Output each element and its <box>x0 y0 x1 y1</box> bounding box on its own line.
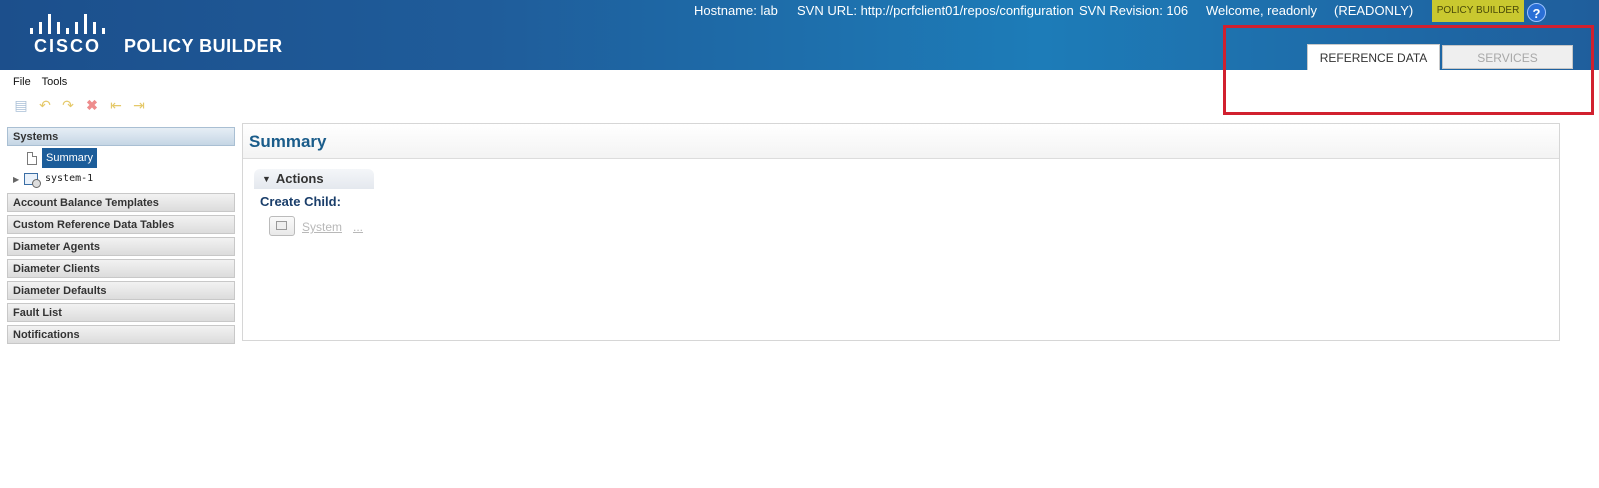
section-custom-reference-data-tables[interactable]: Custom Reference Data Tables <box>7 215 235 234</box>
undo-icon[interactable]: ↶ <box>37 97 53 113</box>
save-icon[interactable]: ▤ <box>13 97 29 113</box>
app-title: POLICY BUILDER <box>124 36 283 56</box>
create-child-label: Create Child: <box>260 194 341 209</box>
menu-file[interactable]: File <box>13 76 31 88</box>
create-system-link[interactable]: System <box>302 220 342 234</box>
readonly-label: (READONLY) <box>1334 3 1414 18</box>
more-link[interactable]: ... <box>353 220 363 234</box>
hostname-label: Hostname: lab <box>694 3 778 18</box>
policy-builder-badge[interactable]: POLICY BUILDER <box>1432 0 1524 22</box>
menu-tools[interactable]: Tools <box>42 76 68 88</box>
expand-arrow-icon[interactable]: ▶ <box>13 175 19 184</box>
cisco-logo: CISCO <box>24 14 114 56</box>
summary-panel-header: Summary <box>243 124 1559 159</box>
page-title: Summary <box>249 132 327 151</box>
section-notifications[interactable]: Notifications <box>7 325 235 344</box>
system-icon <box>24 173 41 188</box>
document-icon <box>27 152 37 165</box>
menu-bar: File Tools <box>13 76 75 88</box>
redo-icon[interactable]: ↷ <box>60 97 76 113</box>
move-left-icon[interactable]: ⇤ <box>108 97 124 113</box>
actions-label: Actions <box>275 171 324 186</box>
tabs-highlight-box <box>1223 25 1594 115</box>
create-system-button[interactable] <box>269 216 295 236</box>
welcome-label: Welcome, readonly <box>1206 3 1318 18</box>
delete-icon[interactable]: ✖ <box>84 97 100 113</box>
section-diameter-defaults[interactable]: Diameter Defaults <box>7 281 235 300</box>
section-systems[interactable]: Systems <box>7 127 235 146</box>
section-diameter-clients[interactable]: Diameter Clients <box>7 259 235 278</box>
svn-revision-label: SVN Revision: 106 <box>1079 3 1189 18</box>
left-navigation-panel: Systems Summary ▶ system-1 Account Balan… <box>7 127 235 347</box>
section-fault-list[interactable]: Fault List <box>7 303 235 322</box>
section-diameter-agents[interactable]: Diameter Agents <box>7 237 235 256</box>
tree-item-system-1-label[interactable]: system-1 <box>45 173 93 184</box>
tree-item-summary-label[interactable]: Summary <box>42 148 98 168</box>
actions-section-toggle[interactable]: ▼ Actions <box>254 169 374 189</box>
summary-panel: Summary ▼ Actions Create Child: System ..… <box>242 123 1560 341</box>
move-right-icon[interactable]: ⇥ <box>131 97 147 113</box>
tree-item-system-1[interactable]: ▶ system-1 <box>7 171 235 193</box>
svn-url-label: SVN URL: http://pcrfclient01/repos/confi… <box>797 3 1074 18</box>
section-account-balance-templates[interactable]: Account Balance Templates <box>7 193 235 212</box>
collapse-triangle-icon: ▼ <box>262 174 271 184</box>
tree-item-summary[interactable]: Summary <box>7 148 235 171</box>
help-icon[interactable]: ? <box>1527 3 1546 22</box>
